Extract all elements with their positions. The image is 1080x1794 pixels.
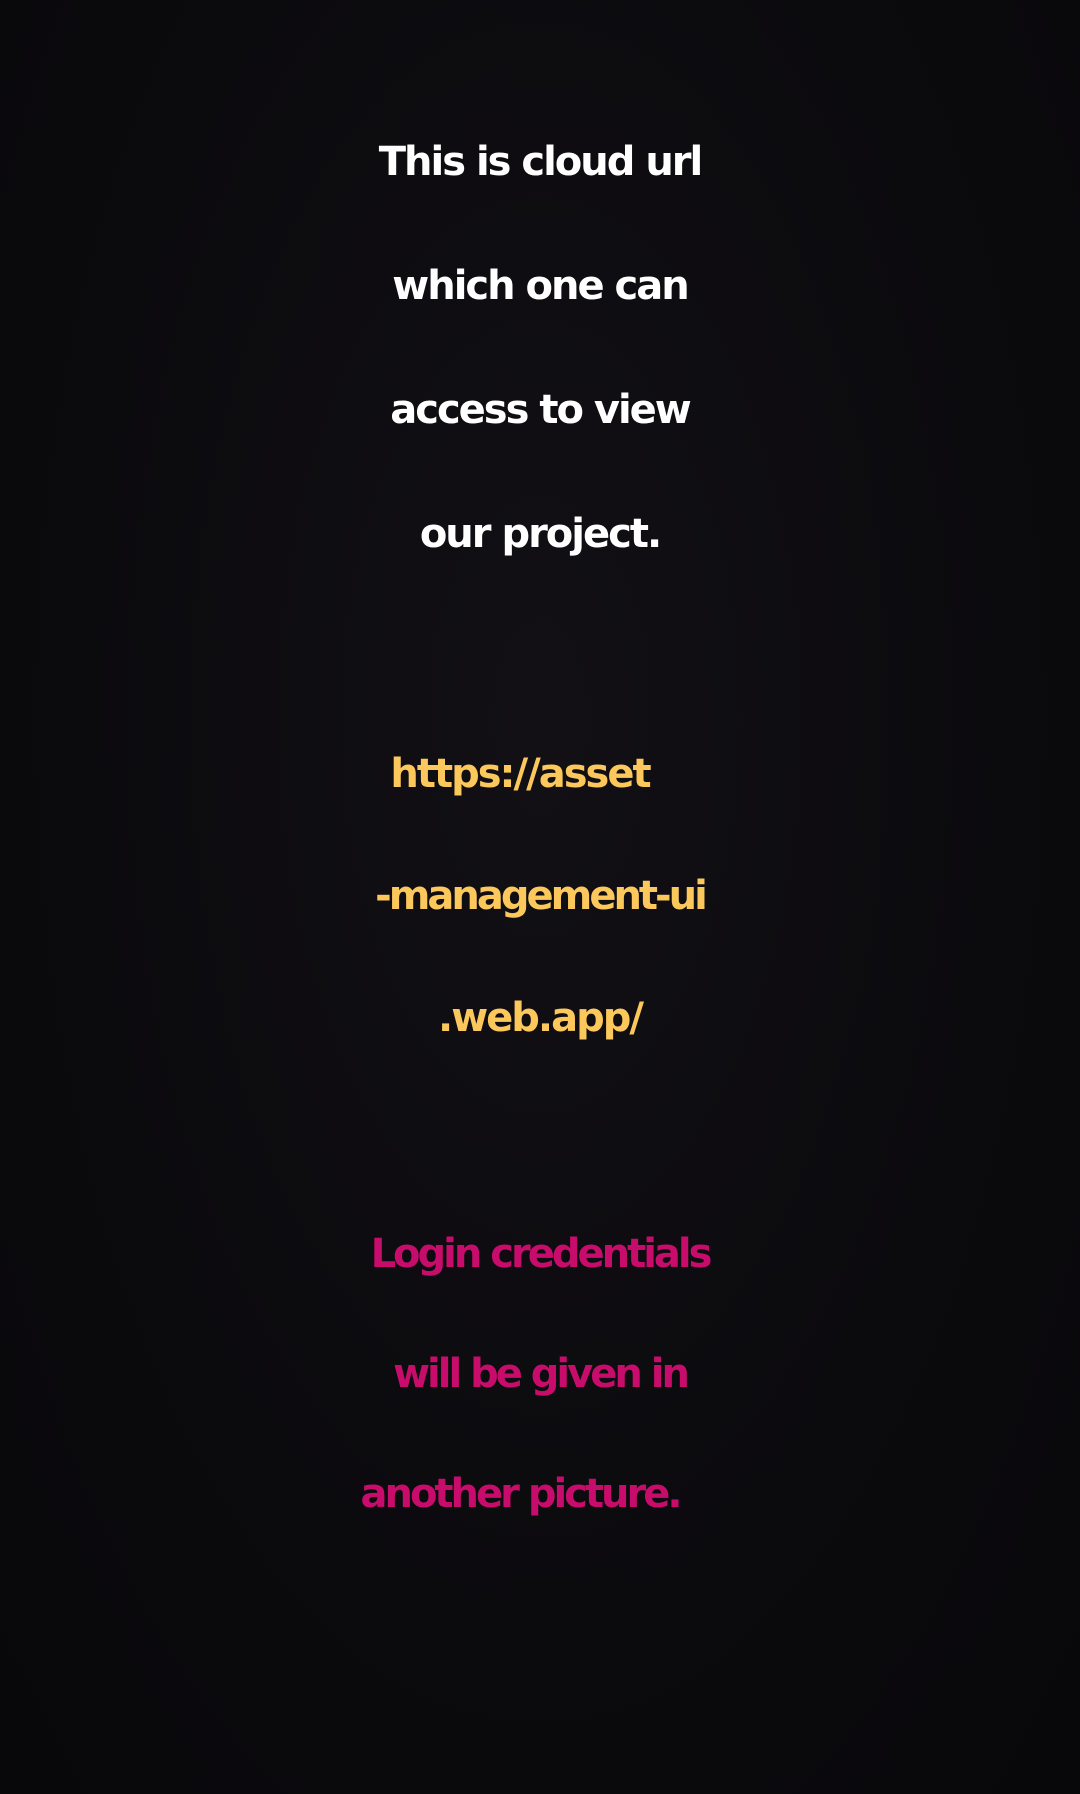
intro-text: This is cloud url which one can access t… xyxy=(0,100,1080,596)
note-line-2: will be given in xyxy=(393,1351,690,1397)
intro-line-2: which one can xyxy=(392,263,689,309)
login-note: Login credentials will be given in anoth… xyxy=(0,1194,1080,1554)
url-line-1: https://asset xyxy=(390,751,651,797)
intro-line-4: our project. xyxy=(419,511,662,557)
intro-line-3: access to view xyxy=(390,387,691,433)
url-line-3: .web.app/ xyxy=(438,995,644,1041)
url-line-2: -management-ui xyxy=(375,873,708,919)
story-card: This is cloud url which one can access t… xyxy=(0,0,1080,1794)
note-line-1: Login credentials xyxy=(370,1231,713,1277)
intro-line-1: This is cloud url xyxy=(378,139,704,185)
note-line-3: another picture. xyxy=(360,1471,682,1517)
project-url: https://asset -management-ui .web.app/ xyxy=(0,713,1080,1079)
